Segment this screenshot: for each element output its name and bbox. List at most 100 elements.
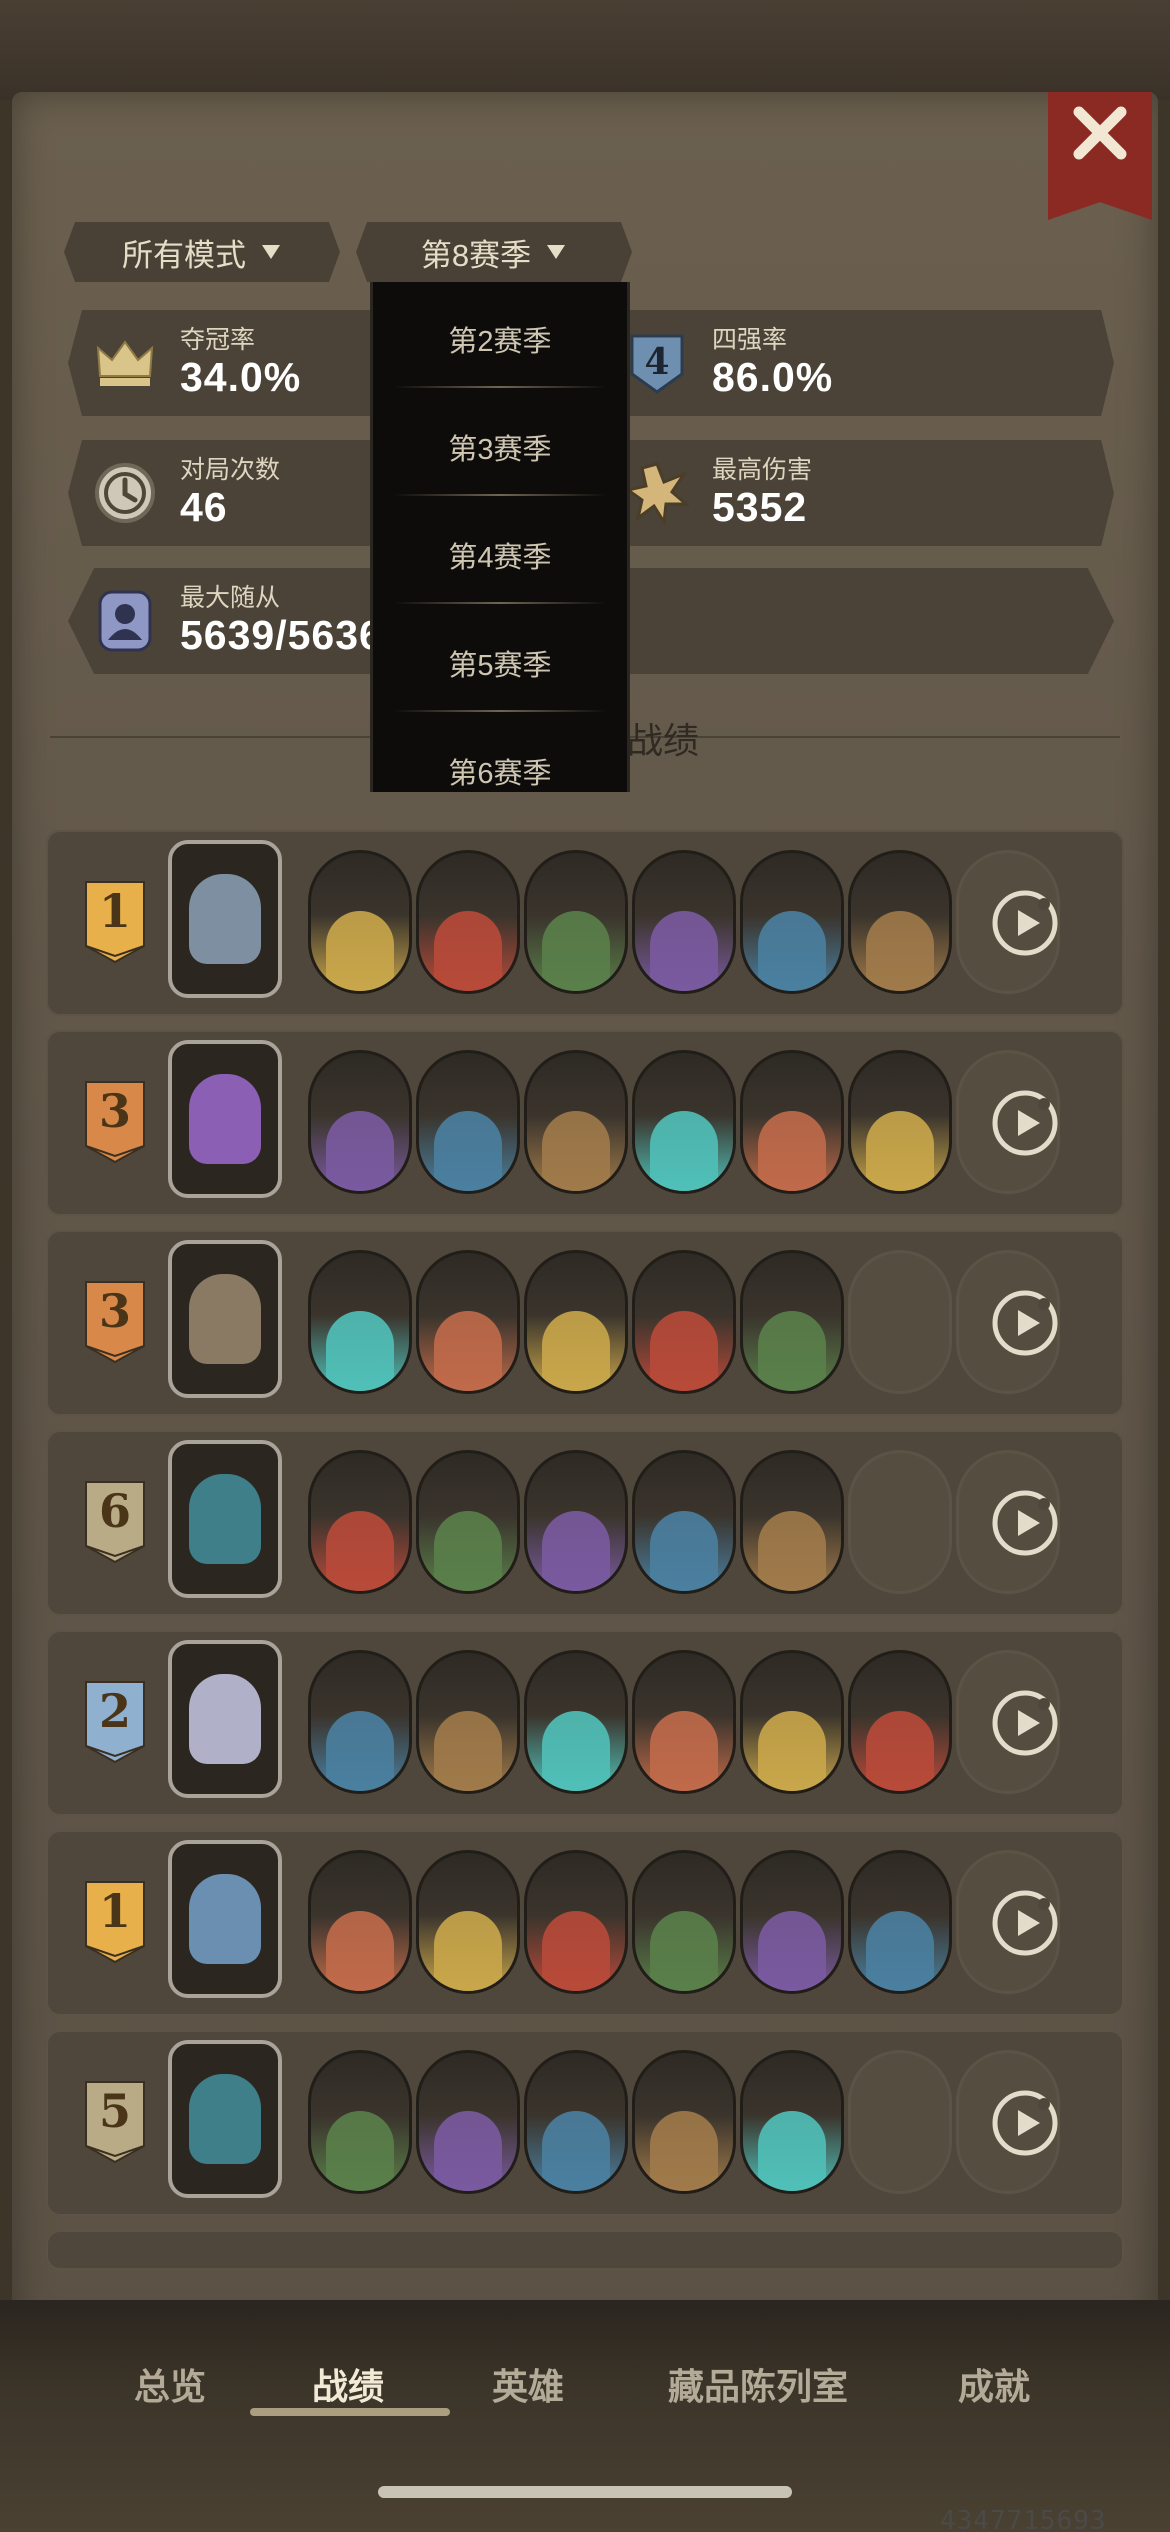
nav-tab-achievements[interactable]: 成就 bbox=[958, 2358, 1030, 2410]
mode-filter-dropdown[interactable]: 所有模式 bbox=[64, 222, 340, 282]
match-row[interactable]: 5 bbox=[46, 2030, 1124, 2216]
close-button[interactable] bbox=[1048, 92, 1152, 220]
nav-tab-heroes[interactable]: 英雄 bbox=[492, 2358, 564, 2410]
minion-art bbox=[865, 910, 935, 991]
match-history-screen: 所有模式 第8赛季 夺冠率 34.0% 4 四强率 86.0% 对局次数 46 bbox=[0, 0, 1170, 2532]
minion-card[interactable] bbox=[308, 1050, 412, 1194]
minion-card[interactable] bbox=[416, 1050, 520, 1194]
match-row[interactable]: 1 bbox=[46, 830, 1124, 1016]
minion-art bbox=[325, 910, 395, 991]
hero-portrait[interactable] bbox=[168, 1240, 282, 1398]
hero-portrait[interactable] bbox=[168, 840, 282, 998]
replay-icon bbox=[992, 1890, 1058, 1956]
minion-card[interactable] bbox=[524, 850, 628, 994]
hero-portrait[interactable] bbox=[168, 1440, 282, 1598]
match-row[interactable]: 3 bbox=[46, 1030, 1124, 1216]
minion-card[interactable] bbox=[308, 1450, 412, 1594]
minion-card[interactable] bbox=[524, 2050, 628, 2194]
minion-art bbox=[433, 1910, 503, 1991]
season-option[interactable]: 第3赛季 bbox=[373, 390, 627, 498]
hero-portrait[interactable] bbox=[168, 2040, 282, 2198]
minion-card[interactable] bbox=[416, 850, 520, 994]
match-row[interactable]: 3 bbox=[46, 1230, 1124, 1416]
match-row-partial[interactable] bbox=[46, 2230, 1124, 2270]
minion-card[interactable] bbox=[632, 2050, 736, 2194]
svg-text:4: 4 bbox=[644, 341, 669, 383]
hero-portrait-image bbox=[189, 874, 261, 964]
minion-card[interactable] bbox=[632, 1650, 736, 1794]
season-option[interactable]: 第2赛季 bbox=[373, 282, 627, 390]
minion-art bbox=[325, 1310, 395, 1391]
hero-portrait[interactable] bbox=[168, 1840, 282, 1998]
minion-card[interactable] bbox=[848, 1050, 952, 1194]
match-row[interactable]: 1 bbox=[46, 1830, 1124, 2016]
minion-card[interactable] bbox=[308, 1250, 412, 1394]
minion-card[interactable] bbox=[740, 2050, 844, 2194]
minion-card[interactable] bbox=[416, 1850, 520, 1994]
minion-card[interactable] bbox=[632, 1250, 736, 1394]
minion-card[interactable] bbox=[524, 1850, 628, 1994]
stat-label: 夺冠率 bbox=[180, 326, 256, 354]
minion-card[interactable] bbox=[416, 1450, 520, 1594]
minion-card[interactable] bbox=[308, 2050, 412, 2194]
minion-card[interactable] bbox=[848, 850, 952, 994]
minion-card[interactable] bbox=[524, 1450, 628, 1594]
minion-card[interactable] bbox=[740, 1250, 844, 1394]
minion-card[interactable] bbox=[524, 1050, 628, 1194]
replay-icon bbox=[992, 1690, 1058, 1756]
minion-card[interactable] bbox=[308, 850, 412, 994]
nav-tab-overview[interactable]: 总览 bbox=[134, 2358, 206, 2410]
replay-button[interactable] bbox=[990, 2088, 1060, 2158]
rank-number: 3 bbox=[98, 1284, 131, 1338]
minion-art bbox=[649, 1910, 719, 1991]
season-option-label: 第3赛季 bbox=[448, 434, 552, 466]
match-row[interactable]: 6 bbox=[46, 1430, 1124, 1616]
minion-card[interactable] bbox=[524, 1650, 628, 1794]
minion-card[interactable] bbox=[308, 1650, 412, 1794]
minion-card[interactable] bbox=[524, 1250, 628, 1394]
minion-card[interactable] bbox=[416, 1250, 520, 1394]
minion-card[interactable] bbox=[632, 850, 736, 994]
season-option[interactable]: 第5赛季 bbox=[373, 606, 627, 714]
stat-value: 5639/5636 bbox=[180, 612, 383, 658]
minion-card[interactable] bbox=[740, 1050, 844, 1194]
portrait-card-icon bbox=[98, 590, 152, 652]
stat-value: 86.0% bbox=[712, 354, 834, 400]
minion-card[interactable] bbox=[740, 1650, 844, 1794]
minion-card[interactable] bbox=[848, 1650, 952, 1794]
match-row[interactable]: 2 bbox=[46, 1630, 1124, 1816]
minion-card[interactable] bbox=[740, 850, 844, 994]
hero-portrait[interactable] bbox=[168, 1640, 282, 1798]
season-option-label: 第6赛季 bbox=[448, 758, 552, 790]
replay-button[interactable] bbox=[990, 1688, 1060, 1758]
replay-button[interactable] bbox=[990, 1488, 1060, 1558]
replay-button[interactable] bbox=[990, 1288, 1060, 1358]
minion-art bbox=[865, 1910, 935, 1991]
burst-icon bbox=[624, 462, 690, 526]
hero-portrait[interactable] bbox=[168, 1040, 282, 1198]
nav-tab-collection[interactable]: 藏品陈列室 bbox=[668, 2358, 848, 2410]
minion-card[interactable] bbox=[632, 1450, 736, 1594]
minion-card[interactable] bbox=[740, 1850, 844, 1994]
season-option[interactable]: 第4赛季 bbox=[373, 498, 627, 606]
home-indicator[interactable] bbox=[378, 2486, 792, 2498]
nav-tab-records[interactable]: 战绩 bbox=[312, 2358, 384, 2410]
minion-card[interactable] bbox=[632, 1050, 736, 1194]
season-option-label: 第4赛季 bbox=[448, 542, 552, 574]
season-filter-dropdown[interactable]: 第8赛季 bbox=[356, 222, 632, 282]
minion-card[interactable] bbox=[740, 1450, 844, 1594]
option-separator bbox=[393, 494, 607, 496]
minion-card[interactable] bbox=[308, 1850, 412, 1994]
minion-card[interactable] bbox=[416, 2050, 520, 2194]
replay-button[interactable] bbox=[990, 1888, 1060, 1958]
minion-art bbox=[433, 1110, 503, 1191]
minion-card[interactable] bbox=[848, 1850, 952, 1994]
stat-value: 5352 bbox=[712, 484, 808, 530]
minion-card[interactable] bbox=[416, 1650, 520, 1794]
minion-card[interactable] bbox=[632, 1850, 736, 1994]
watermark: 4347715693 bbox=[940, 2506, 1107, 2532]
replay-button[interactable] bbox=[990, 1088, 1060, 1158]
season-option[interactable]: 第6赛季 bbox=[373, 714, 627, 792]
rank-number: 2 bbox=[98, 1684, 131, 1738]
replay-button[interactable] bbox=[990, 888, 1060, 958]
